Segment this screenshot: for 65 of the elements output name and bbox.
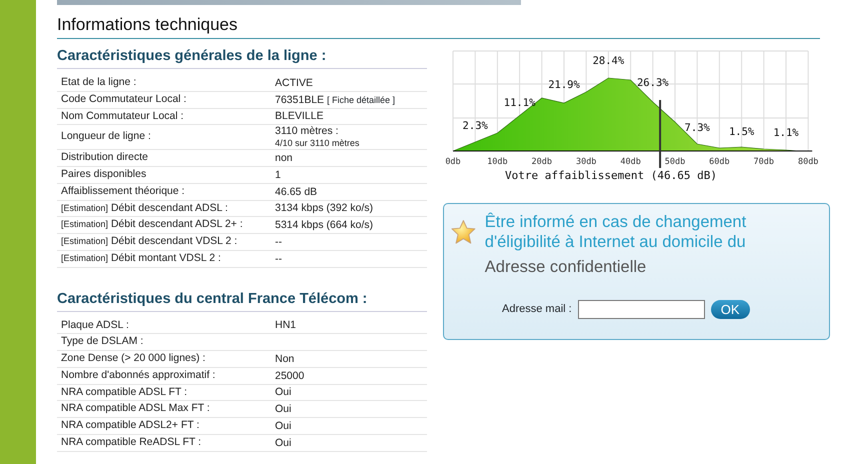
percent-label: 11.1%	[504, 97, 536, 109]
field-label: Paires disponibles	[61, 168, 146, 180]
field-value: 3110 mètres :	[275, 125, 338, 138]
percent-label: 2.3%	[462, 120, 488, 132]
field-value: Oui	[275, 403, 292, 416]
field-value: 5314 kbps (664 ko/s)	[275, 219, 374, 232]
percent-label: 21.9%	[548, 79, 580, 91]
field-label: NRA compatible ReADSL FT :	[61, 436, 202, 448]
field-label: Etat de la ligne :	[61, 76, 136, 88]
marker-label: Votre affaiblissement (46.65 dB)	[505, 169, 717, 182]
axis-tick-label: 80db	[798, 157, 818, 167]
field-value: Oui	[275, 436, 292, 449]
page-title: Informations techniques	[57, 15, 238, 35]
field-value: 46.65 dB	[275, 186, 318, 198]
address-text: Adresse confidentielle	[484, 257, 648, 278]
field-label: NRA compatible ADSL Max FT :	[61, 402, 210, 414]
field-label: Nom Commutateur Local :	[61, 110, 184, 122]
axis-tick-label: 60db	[709, 157, 730, 167]
field-value: 1	[275, 168, 281, 181]
axis-tick-label: 0db	[445, 157, 461, 167]
axis-tick-label: 70db	[754, 157, 774, 167]
field-value: HN1	[275, 319, 296, 332]
field-value: 25000	[275, 370, 304, 382]
field-value: 76351BLE	[275, 94, 324, 106]
section-heading: Caractéristiques générales de la ligne :	[57, 47, 326, 65]
axis-tick-label: 50db	[664, 157, 686, 167]
field-label: [Estimation] Débit montant VDSL 2 :	[61, 252, 221, 264]
field-label: [Estimation] Débit descendant VDSL 2 :	[61, 235, 238, 247]
axis-tick-label: 30db	[576, 157, 596, 167]
field-label: Type de DSLAM :	[61, 335, 144, 348]
axis-tick-label: 20db	[532, 157, 552, 167]
field-value: non	[275, 152, 293, 164]
field-value: Oui	[275, 420, 292, 432]
axis-tick-label: 10db	[487, 157, 508, 167]
field-value: BLEVILLE	[275, 110, 324, 122]
percent-label: 7.3%	[684, 122, 710, 134]
field-label: Code Commutateur Local :	[61, 92, 186, 105]
section-heading: Caractéristiques du central France Télécom :	[57, 290, 368, 308]
field-label: NRA compatible ADSL FT :	[61, 386, 188, 398]
email-field[interactable]	[578, 300, 705, 319]
field-value: ACTIVE	[275, 76, 313, 89]
field-label: [Estimation] Débit descendant ADSL :	[61, 202, 228, 214]
field-label: Zone Dense (> 20 000 lignes) :	[61, 352, 206, 364]
percent-label: 1.5%	[728, 126, 754, 138]
email-label: Adresse mail :	[502, 302, 572, 318]
detail-link[interactable]: [ Fiche détaillée ]	[326, 94, 396, 105]
field-value: Oui	[275, 386, 292, 398]
field-value: --	[275, 236, 282, 248]
field-label: [Estimation] Débit descendant ADSL 2+ :	[61, 218, 243, 230]
field-value: Non	[275, 352, 294, 365]
field-value: --	[275, 252, 282, 265]
field-label: Longueur de ligne :	[61, 130, 151, 142]
field-label: NRA compatible ADSL2+ FT :	[61, 419, 200, 431]
axis-tick-label: 40db	[620, 157, 641, 167]
field-label: Plaque ADSL :	[61, 318, 129, 330]
alert-title: Être informé en cas de changement d'éligibilité à Internet au domicile du	[484, 212, 748, 252]
field-value: 3134 kbps (392 ko/s)	[275, 202, 374, 214]
field-note: 4/10 sur 3110 mètres	[275, 137, 360, 150]
percent-label: 1.1%	[773, 127, 799, 139]
ok-button[interactable]: OK	[710, 300, 750, 319]
field-label: Distribution directe	[61, 151, 148, 164]
percent-label: 26.3%	[637, 77, 669, 89]
percent-label: 28.4%	[592, 55, 624, 67]
field-label: Affaiblissement théorique :	[61, 184, 185, 197]
field-label: Nombre d'abonnés approximatif :	[61, 368, 216, 381]
